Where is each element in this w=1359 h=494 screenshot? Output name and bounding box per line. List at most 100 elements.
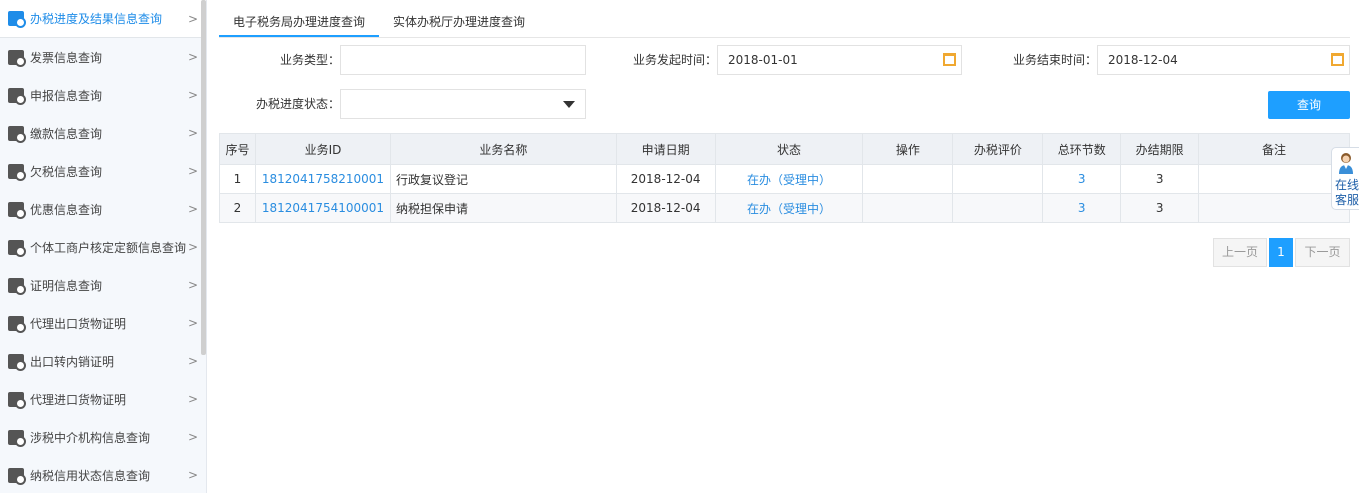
progress-table: 序号 业务ID 业务名称 申请日期 状态 操作 办税评价 总环节数 办结期限 备注 1 181204… (219, 133, 1350, 223)
sidebar-item-label: 代理进口货物证明 (30, 392, 127, 407)
sidebar-item[interactable]: 发票信息查询 > (0, 38, 206, 76)
table-cell[interactable]: 3 (1042, 164, 1122, 194)
sidebar-item[interactable]: 优惠信息查询 > (0, 190, 206, 228)
sidebar-item-label: 缴款信息查询 (30, 126, 103, 141)
search-doc-icon (8, 201, 26, 219)
table-cell (952, 193, 1044, 223)
status-label: 办税进度状态： (255, 97, 340, 111)
online-service-widget[interactable]: 在线 客服 (1331, 147, 1359, 210)
sidebar-item[interactable]: 证明信息查询 > (0, 266, 206, 304)
chevron-right-icon: > (187, 202, 198, 216)
calendar-icon[interactable] (1331, 53, 1344, 66)
customer-service-avatar-icon (1339, 153, 1353, 174)
tab-bar: 电子税务局办理进度查询 实体办税厅办理进度查询 (219, 8, 1350, 38)
sidebar-item[interactable]: 代理进口货物证明 > (0, 380, 206, 418)
column-header: 业务名称 (389, 133, 617, 165)
table-row: 1 181204175821000​1 行政复议登记 2018-12-04 在办（受理中… (219, 164, 1350, 194)
status-select[interactable] (340, 89, 586, 119)
search-doc-icon (8, 11, 26, 28)
search-doc-icon (8, 239, 26, 257)
sidebar-item[interactable]: 出口转内销证明 > (0, 342, 206, 380)
chat-line2: 客服 (1335, 193, 1359, 207)
start-time-label: 业务发起时间： (632, 53, 717, 67)
column-header: 办税评价 (952, 133, 1044, 165)
table-cell (952, 164, 1044, 194)
table-cell: 2 (219, 193, 256, 223)
sidebar-item-label: 证明信息查询 (30, 278, 103, 293)
query-button[interactable]: 查询 (1268, 91, 1350, 119)
sidebar-item-label: 办税进度及结果信息查询 (30, 12, 163, 26)
sidebar-item-label: 个体工商户核定定额信息查询 (30, 240, 187, 255)
chevron-right-icon: > (187, 240, 198, 254)
sidebar-item[interactable]: 涉税中介机构信息查询 > (0, 418, 206, 456)
sidebar-item-label: 欠税信息查询 (30, 164, 103, 179)
search-doc-icon (8, 467, 26, 485)
sidebar-item[interactable]: 纳税信用状态信息查询 > (0, 456, 206, 494)
chevron-right-icon: > (187, 164, 198, 178)
sidebar-item[interactable]: 缴款信息查询 > (0, 114, 206, 152)
table-cell (1198, 164, 1350, 194)
sidebar-item-label: 出口转内销证明 (30, 354, 115, 369)
end-time-input[interactable]: 2018-12-04 (1097, 45, 1350, 75)
business-type-input[interactable] (340, 45, 586, 75)
prev-page-button[interactable]: 上一页 (1213, 238, 1267, 267)
column-header: 状态 (714, 133, 864, 165)
calendar-icon[interactable] (943, 53, 956, 66)
sidebar-item-label: 纳税信用状态信息查询 (30, 468, 151, 483)
column-header: 总环节数 (1042, 133, 1122, 165)
search-doc-icon (8, 315, 26, 333)
table-cell[interactable]: 3 (1042, 193, 1122, 223)
search-doc-icon (8, 49, 26, 67)
tab-e-tax-progress[interactable]: 电子税务局办理进度查询 (219, 8, 380, 37)
table-cell (862, 193, 954, 223)
sidebar-item-label: 申报信息查询 (30, 88, 103, 103)
end-time-label: 业务结束时间： (1012, 53, 1097, 67)
column-header: 业务ID (254, 133, 391, 165)
chevron-right-icon: > (187, 316, 198, 330)
business-type-label: 业务类型： (279, 53, 340, 67)
table-cell (862, 164, 954, 194)
table-row: 2 1812041754100001 纳税担保申请 2018-12-04 在办（受理中）… (219, 193, 1350, 223)
search-doc-icon (8, 277, 26, 295)
sidebar-item-label: 优惠信息查询 (30, 202, 103, 217)
sidebar-item[interactable]: 申报信息查询 > (0, 76, 206, 114)
search-doc-icon (8, 429, 26, 447)
page-1-button[interactable]: 1 (1269, 238, 1293, 267)
table-cell[interactable]: 1812041754100001 (254, 193, 391, 223)
column-header: 备注 (1198, 133, 1350, 165)
tab-hall-progress[interactable]: 实体办税厅办理进度查询 (379, 8, 539, 37)
table-cell: 3 (1120, 164, 1200, 194)
table-cell[interactable]: 在办（受理中） (714, 193, 864, 223)
sidebar-item-label: 代理出口货物证明 (30, 316, 127, 331)
sidebar-item-label: 涉税中介机构信息查询 (30, 430, 151, 445)
search-doc-icon (8, 125, 26, 143)
end-time-value: 2018-12-04 (1108, 53, 1178, 67)
sidebar-item[interactable]: 个体工商户核定定额信息查询 > (0, 228, 206, 266)
next-page-button[interactable]: 下一页 (1295, 238, 1350, 267)
sidebar-item-label: 发票信息查询 (30, 50, 103, 65)
column-header: 操作 (862, 133, 954, 165)
sidebar-item[interactable]: 欠税信息查询 > (0, 152, 206, 190)
table-cell: 2018-12-04 (615, 164, 716, 194)
search-doc-icon (8, 163, 26, 181)
table-cell[interactable]: 181204175821000​1 (254, 164, 391, 194)
chevron-right-icon: > (187, 468, 198, 482)
sidebar-item[interactable]: 办税进度及结果信息查询 > (0, 0, 206, 38)
table-cell[interactable]: 在办（受理中） (714, 164, 864, 194)
chevron-right-icon: > (187, 430, 198, 444)
column-header: 办结期限 (1120, 133, 1200, 165)
column-header: 序号 (219, 133, 256, 165)
start-time-value: 2018-01-01 (728, 53, 798, 67)
chevron-right-icon: > (187, 278, 198, 292)
sidebar: 办税进度及结果信息查询 > 发票信息查询 > 申报信息查询 > 缴款信息查询 > 欠税信息查询 >… (0, 0, 207, 493)
search-doc-icon (8, 391, 26, 409)
chevron-right-icon: > (187, 126, 198, 140)
search-doc-icon (8, 87, 26, 105)
table-cell: 1 (219, 164, 256, 194)
table-cell: 纳税担保申请 (389, 193, 617, 223)
table-cell: 行政复议登记 (389, 164, 617, 194)
sidebar-item[interactable]: 代理出口货物证明 > (0, 304, 206, 342)
column-header: 申请日期 (615, 133, 716, 165)
search-doc-icon (8, 353, 26, 371)
start-time-input[interactable]: 2018-01-01 (717, 45, 962, 75)
